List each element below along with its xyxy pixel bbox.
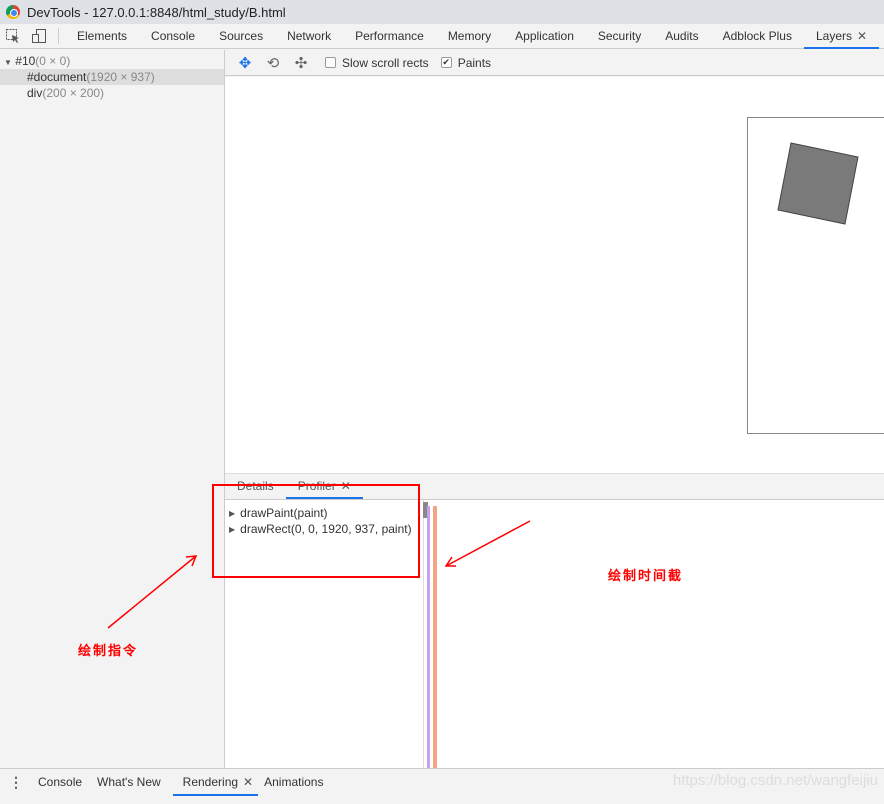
- layer-tree: ▼ #10(0 × 0) #document(1920 × 937) div(2…: [0, 50, 225, 768]
- title-bar: DevTools - 127.0.0.1:8848/html_study/B.h…: [0, 0, 884, 24]
- rotate-mode-icon[interactable]: ⟲: [261, 54, 285, 72]
- checkbox-box-checked[interactable]: ✔: [440, 57, 452, 68]
- layer-visualization[interactable]: [225, 77, 884, 473]
- tab-security[interactable]: Security: [586, 24, 653, 49]
- more-menu-icon[interactable]: ⋮: [0, 774, 32, 791]
- inspect-element-icon[interactable]: [0, 24, 26, 49]
- close-icon[interactable]: ✕: [243, 775, 253, 789]
- layer-name: #document: [27, 70, 87, 84]
- reset-transform-icon[interactable]: ✣: [289, 54, 313, 72]
- layer-name: #10: [15, 54, 36, 68]
- layer-name: div: [27, 86, 43, 100]
- tab-elements[interactable]: Elements: [65, 24, 139, 49]
- tab-application[interactable]: Application: [503, 24, 586, 49]
- drawer-tab-rendering-label: Rendering: [182, 775, 239, 789]
- tab-layers[interactable]: Layers ✕: [803, 24, 880, 49]
- div-layer[interactable]: [777, 142, 859, 225]
- layer-tree-item[interactable]: #document(1920 × 937): [0, 69, 224, 85]
- layers-3d-viewport[interactable]: [225, 77, 884, 473]
- drawer-tab-animations[interactable]: Animations: [258, 769, 329, 796]
- checkbox-label: Slow scroll rects: [342, 55, 429, 70]
- layer-tree-item[interactable]: ▼ #10(0 × 0): [0, 53, 224, 69]
- checkbox-box[interactable]: [325, 57, 336, 68]
- layer-tree-item[interactable]: div(200 × 200): [0, 85, 224, 101]
- slow-scroll-rects-checkbox[interactable]: Slow scroll rects: [325, 56, 429, 70]
- layer-size: (1920 × 937): [86, 70, 155, 84]
- layers-toolbar: ✥ ⟲ ✣ Slow scroll rects ✔ Paints: [225, 50, 884, 76]
- layer-size: (200 × 200): [42, 86, 105, 100]
- drawer-tab-console[interactable]: Console: [32, 769, 88, 796]
- divider: [423, 500, 424, 768]
- expand-triangle-icon[interactable]: ▼: [4, 58, 12, 67]
- tab-sources[interactable]: Sources: [207, 24, 275, 49]
- device-toolbar-icon[interactable]: [26, 24, 52, 49]
- divider: [58, 28, 59, 44]
- annotation-draw-commands: 绘制指令: [78, 643, 139, 658]
- main-tab-bar: Elements Console Sources Network Perform…: [0, 24, 884, 49]
- paints-checkbox[interactable]: ✔ Paints: [440, 55, 492, 70]
- annotation-draw-timeline: 绘制时间截: [608, 568, 684, 583]
- layer-size: (0 × 0): [35, 54, 71, 68]
- tab-performance[interactable]: Performance: [343, 24, 436, 49]
- chrome-logo-icon: [6, 5, 20, 19]
- drawer-tab-whats-new[interactable]: What's New: [88, 769, 173, 796]
- timeline-bar-purple: [427, 506, 430, 768]
- pan-mode-icon[interactable]: ✥: [233, 54, 257, 72]
- tab-memory[interactable]: Memory: [436, 24, 503, 49]
- tab-adblock-plus[interactable]: Adblock Plus: [711, 24, 804, 49]
- window-title: DevTools - 127.0.0.1:8848/html_study/B.h…: [27, 4, 286, 20]
- drawer-tab-rendering[interactable]: Rendering ✕: [172, 769, 259, 796]
- timeline-bar-orange: [433, 506, 437, 768]
- tab-console[interactable]: Console: [139, 24, 207, 49]
- checkbox-label: Paints: [457, 55, 492, 70]
- tab-network[interactable]: Network: [275, 24, 343, 49]
- annotation-box: [212, 484, 420, 578]
- tab-audits[interactable]: Audits: [653, 24, 710, 49]
- tab-layers-label: Layers: [815, 28, 852, 43]
- watermark: https://blog.csdn.net/wangfeijiu: [672, 772, 878, 789]
- close-icon[interactable]: ✕: [857, 29, 867, 43]
